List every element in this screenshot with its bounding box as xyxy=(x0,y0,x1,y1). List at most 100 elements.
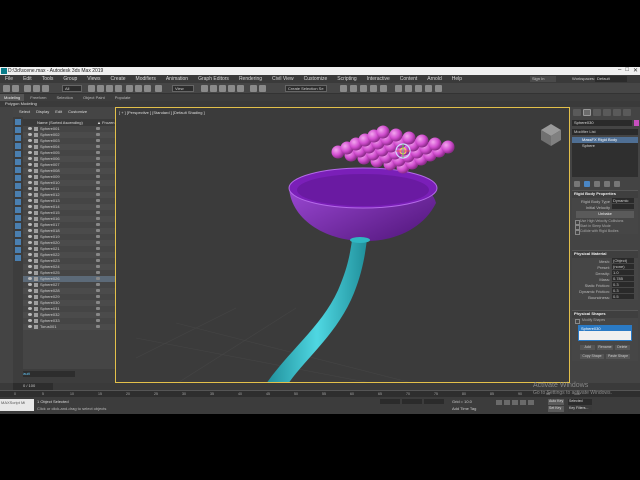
freeze-icon[interactable] xyxy=(96,229,100,232)
perspective-viewport[interactable]: [ + ] [Perspective ] [Standard ] [Defaul… xyxy=(115,107,570,383)
named-selection-set-dropdown[interactable]: Create Selection Se xyxy=(285,85,327,92)
freeze-icon[interactable] xyxy=(96,187,100,190)
freeze-icon[interactable] xyxy=(96,205,100,208)
unbake-button[interactable]: Unbake xyxy=(576,211,634,218)
make-unique-icon[interactable] xyxy=(594,181,600,187)
window-crossing-icon[interactable] xyxy=(115,85,122,92)
visibility-eye-icon[interactable] xyxy=(28,145,32,148)
create-tab-icon[interactable] xyxy=(573,109,581,116)
freeze-icon[interactable] xyxy=(96,271,100,274)
scene-menu-customize[interactable]: Customize xyxy=(68,109,87,114)
show-end-result-icon[interactable] xyxy=(584,181,590,187)
scene-menu-edit[interactable]: Edit xyxy=(55,109,62,114)
freeze-icon[interactable] xyxy=(96,295,100,298)
visibility-eye-icon[interactable] xyxy=(28,265,32,268)
freeze-icon[interactable] xyxy=(96,151,100,154)
frame-window-icon[interactable] xyxy=(405,85,412,92)
visibility-eye-icon[interactable] xyxy=(28,127,32,130)
next-frame-icon[interactable] xyxy=(520,400,526,405)
menu-create[interactable]: Create xyxy=(106,76,131,82)
visibility-eye-icon[interactable] xyxy=(28,307,32,310)
filter-lights-icon[interactable] xyxy=(15,135,21,141)
arnold-icon[interactable] xyxy=(435,85,442,92)
goto-start-icon[interactable] xyxy=(496,400,502,405)
goto-end-icon[interactable] xyxy=(528,400,534,405)
play-icon[interactable] xyxy=(512,400,518,405)
x-coordinate-field[interactable] xyxy=(380,399,400,404)
freeze-icon[interactable] xyxy=(96,181,100,184)
dynamic-friction-spinner[interactable]: 0.3 xyxy=(612,288,634,293)
y-coordinate-field[interactable] xyxy=(402,399,422,404)
maxscript-listener[interactable]: MAXScript Mi xyxy=(0,399,34,411)
rollout-title[interactable]: Rigid Body Properties xyxy=(572,191,638,198)
menu-file[interactable]: File xyxy=(0,76,18,82)
key-selection-dropdown[interactable]: Selected xyxy=(568,399,592,405)
reference-coordinate-dropdown[interactable]: View xyxy=(172,85,194,92)
stack-item-sphere[interactable]: Sphere xyxy=(572,143,638,149)
spinner-snap-icon[interactable] xyxy=(237,85,244,92)
pin-stack-icon[interactable] xyxy=(574,181,580,187)
list-item[interactable]: Torus001 xyxy=(23,324,115,330)
menu-rendering[interactable]: Rendering xyxy=(234,76,267,82)
hierarchy-tab-icon[interactable] xyxy=(593,109,601,116)
static-friction-spinner[interactable]: 0.3 xyxy=(612,282,634,287)
menu-graph-editors[interactable]: Graph Editors xyxy=(193,76,234,82)
freeze-icon[interactable] xyxy=(96,283,100,286)
remove-modifier-icon[interactable] xyxy=(604,181,610,187)
bounciness-spinner[interactable]: 0.5 xyxy=(612,294,634,299)
menu-animation[interactable]: Animation xyxy=(161,76,193,82)
copy-shape-button[interactable]: Copy Shape xyxy=(580,354,604,359)
ribbon-tab-freeform[interactable]: Freeform xyxy=(26,94,50,101)
freeze-icon[interactable] xyxy=(96,139,100,142)
minimize-button[interactable]: – xyxy=(618,67,621,74)
menu-modifiers[interactable]: Modifiers xyxy=(131,76,161,82)
object-color-swatch[interactable] xyxy=(634,120,639,126)
visibility-eye-icon[interactable] xyxy=(28,247,32,250)
scene-list-header[interactable]: Name (Sorted Ascending) ▲ Frozen xyxy=(23,119,115,126)
ribbon-tab-object-paint[interactable]: Object Paint xyxy=(79,94,109,101)
sphere-object[interactable] xyxy=(428,137,442,151)
render-icon[interactable] xyxy=(415,85,422,92)
menu-customize[interactable]: Customize xyxy=(299,76,333,82)
freeze-icon[interactable] xyxy=(96,211,100,214)
gizmo[interactable] xyxy=(395,143,411,159)
freeze-icon[interactable] xyxy=(96,307,100,310)
menu-arnold[interactable]: Arnold xyxy=(422,76,446,82)
freeze-icon[interactable] xyxy=(96,277,100,280)
visibility-eye-icon[interactable] xyxy=(28,313,32,316)
sphere-object[interactable] xyxy=(402,131,416,145)
sort-icon[interactable] xyxy=(15,247,21,253)
rotate-icon[interactable] xyxy=(135,85,142,92)
freeze-icon[interactable] xyxy=(96,217,100,220)
modify-tab-icon[interactable] xyxy=(583,109,591,116)
visibility-eye-icon[interactable] xyxy=(28,211,32,214)
menu-civil-view[interactable]: Civil View xyxy=(267,76,299,82)
visibility-eye-icon[interactable] xyxy=(28,325,32,328)
render-iterative-icon[interactable] xyxy=(425,85,432,92)
link-icon[interactable] xyxy=(24,85,31,92)
visibility-eye-icon[interactable] xyxy=(28,157,32,160)
freeze-icon[interactable] xyxy=(96,301,100,304)
visibility-eye-icon[interactable] xyxy=(28,229,32,232)
visibility-eye-icon[interactable] xyxy=(28,169,32,172)
mass-spinner[interactable]: 0.785 xyxy=(612,276,634,281)
scale-icon[interactable] xyxy=(144,85,151,92)
utilities-tab-icon[interactable] xyxy=(623,109,631,116)
polygon-modeling-label[interactable]: Polygon Modeling xyxy=(5,101,37,106)
auto-key-button[interactable]: Auto Key xyxy=(548,399,564,405)
prev-frame-icon[interactable] xyxy=(504,400,510,405)
schematic-icon[interactable] xyxy=(370,85,377,92)
layer-dropdown[interactable]: Default xyxy=(15,371,75,377)
freeze-icon[interactable] xyxy=(96,289,100,292)
filter-invert-icon[interactable] xyxy=(15,231,21,237)
sphere-object[interactable] xyxy=(441,140,455,154)
visibility-eye-icon[interactable] xyxy=(28,163,32,166)
frozen-column-header[interactable]: ▲ Frozen xyxy=(97,120,115,125)
visibility-eye-icon[interactable] xyxy=(28,187,32,190)
freeze-icon[interactable] xyxy=(96,319,100,322)
freeze-icon[interactable] xyxy=(96,199,100,202)
freeze-icon[interactable] xyxy=(96,325,100,328)
filter-all-icon[interactable] xyxy=(15,215,21,221)
filter-groups-icon[interactable] xyxy=(15,167,21,173)
freeze-icon[interactable] xyxy=(96,127,100,130)
